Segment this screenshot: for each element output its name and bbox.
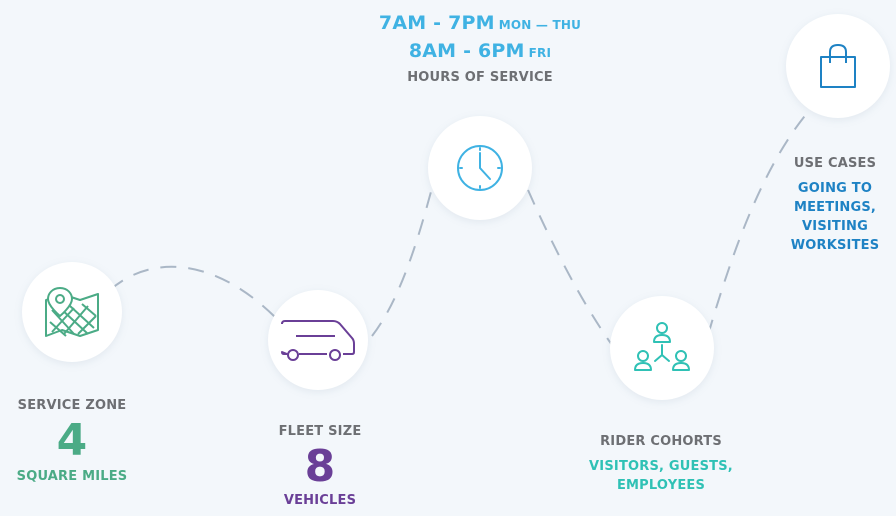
hours-line-1-time: 7AM - 7PM	[378, 12, 495, 34]
fleet-size-caption: FLEET SIZE	[278, 424, 362, 439]
hours-line-2: 8AM - 6PM FRI	[330, 38, 630, 66]
use-cases-caption: USE CASES	[793, 156, 877, 171]
use-cases-value-4: WORKSITES	[790, 238, 880, 253]
service-zone-value: 4	[56, 415, 88, 466]
hours-line-1: 7AM - 7PM MON — THU	[330, 10, 630, 38]
rider-cohorts-value-1: VISITORS, GUESTS,	[589, 459, 733, 474]
rider-cohorts-value-2: EMPLOYEES	[616, 478, 706, 493]
hours-of-service-label: 7AM - 7PM MON — THU 8AM - 6PM FRI HOURS OF…	[330, 10, 630, 85]
map-pin-icon	[45, 287, 99, 337]
service-zone-unit: SQUARE MILES	[16, 469, 128, 484]
use-cases-label: USE CASES GOING TO MEETINGS, VISITING WO…	[770, 156, 896, 255]
service-zone-node	[22, 262, 122, 362]
fleet-size-label: FLEET SIZE 8 VEHICLES	[248, 424, 392, 510]
van-icon	[281, 320, 355, 361]
fleet-size-value: 8	[304, 441, 336, 492]
use-cases-value-3: VISITING	[802, 219, 868, 234]
use-cases-node	[786, 14, 890, 118]
route-segment-hours-cohorts	[527, 189, 613, 346]
hours-caption: HOURS OF SERVICE	[407, 70, 553, 85]
fleet-size-node	[268, 290, 368, 390]
rider-cohorts-caption: RIDER COHORTS	[600, 434, 722, 449]
hours-of-service-node	[428, 116, 532, 220]
clock-icon	[457, 145, 503, 191]
rider-cohorts-node	[610, 296, 714, 400]
use-cases-value-2: MEETINGS,	[793, 200, 877, 215]
service-zone-label: SERVICE ZONE 4 SQUARE MILES	[0, 398, 144, 486]
hours-line-2-days: FRI	[528, 46, 552, 60]
service-zone-caption: SERVICE ZONE	[17, 398, 127, 413]
route-segment-fleet-hours	[371, 187, 433, 337]
shopping-bag-icon	[820, 44, 856, 88]
route-segment-zone-fleet	[109, 265, 281, 323]
use-cases-value-1: GOING TO	[797, 181, 873, 196]
fleet-size-unit: VEHICLES	[283, 493, 357, 508]
people-network-icon	[634, 322, 690, 371]
rider-cohorts-label: RIDER COHORTS VISITORS, GUESTS, EMPLOYEE…	[566, 434, 756, 495]
hours-line-1-days: MON — THU	[498, 18, 582, 32]
hours-line-2-time: 8AM - 6PM	[408, 40, 525, 62]
